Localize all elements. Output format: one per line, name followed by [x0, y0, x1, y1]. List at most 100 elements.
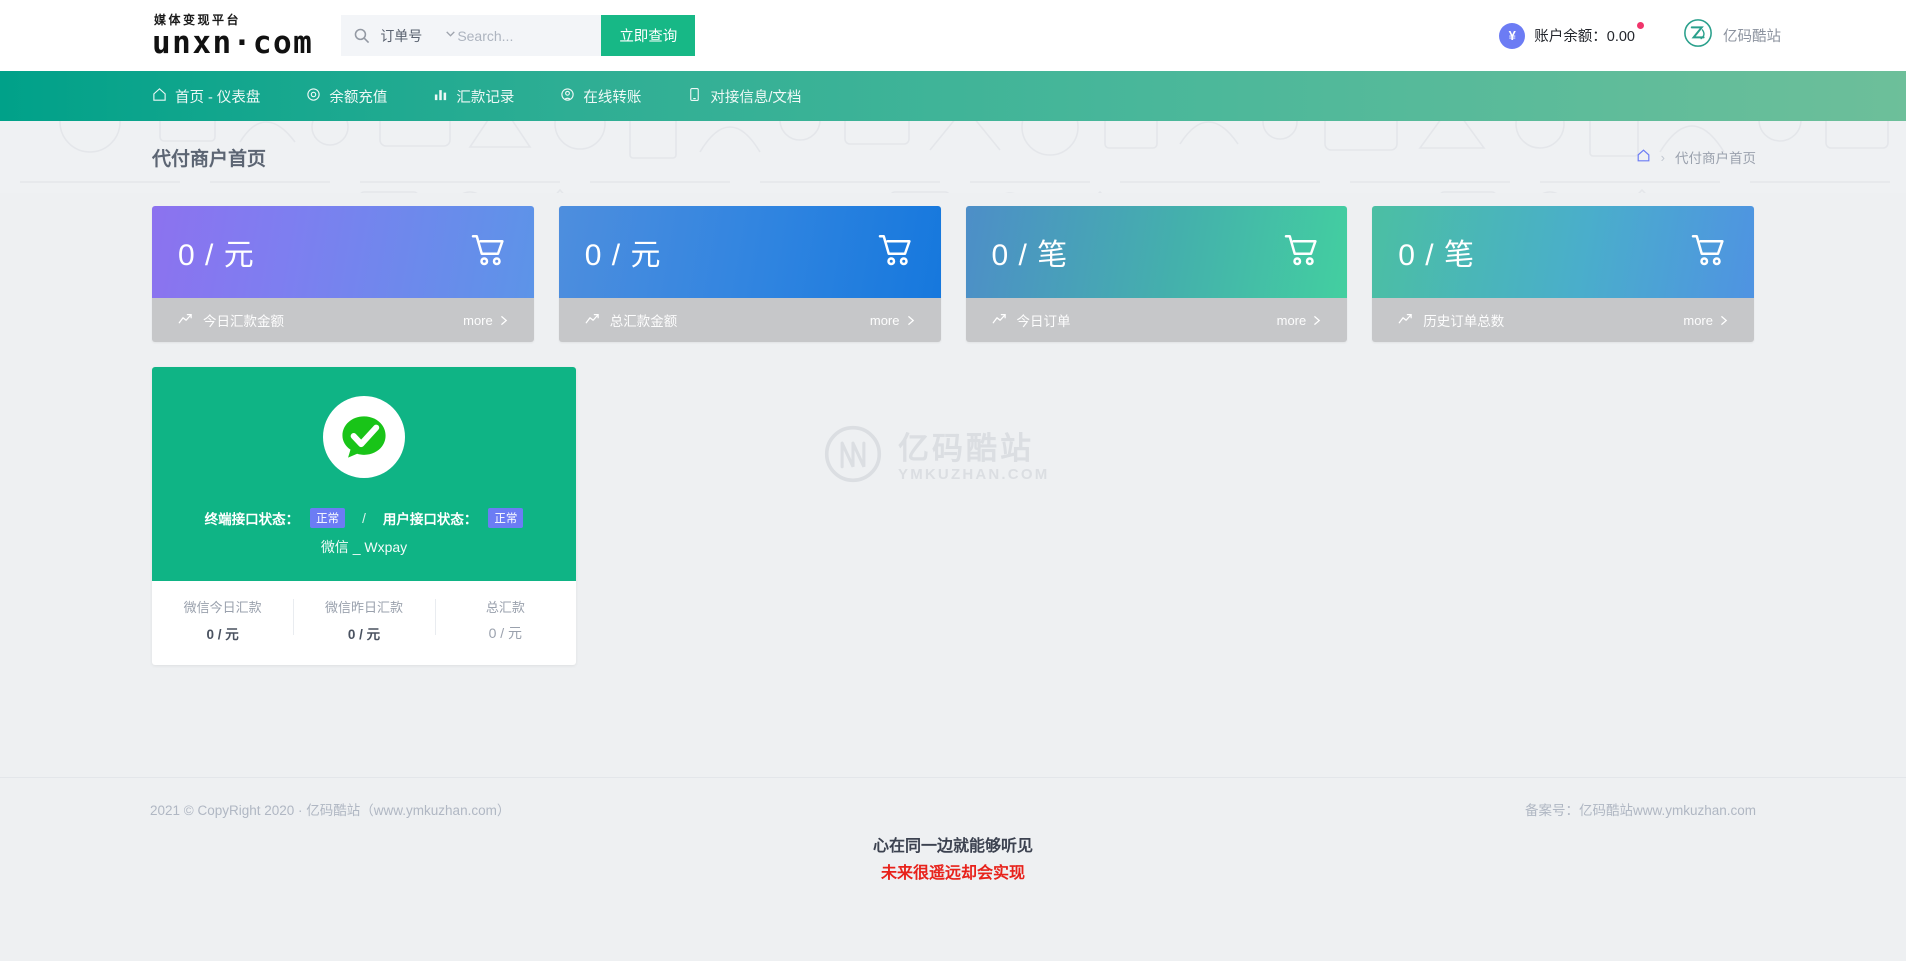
header-right-group: ¥ 账户余额：0.00 亿码酷站 [1499, 18, 1781, 53]
watermark-logo-icon [824, 425, 882, 488]
trend-up-icon [585, 313, 600, 328]
bar-chart-icon [433, 87, 456, 106]
wechat-icon [323, 396, 405, 478]
watermark-en: YMKUZHAN.COM [898, 466, 1049, 483]
cart-icon [875, 230, 915, 275]
search-input[interactable] [457, 15, 590, 56]
main-navigation: 首页 - 仪表盘 余额充值 汇款记录 在线转账 [0, 71, 1906, 121]
logo-wordmark: unxn·com [152, 27, 313, 59]
watermark-cn: 亿码酷站 [898, 431, 1049, 466]
stat-card-row: 0 / 元 今日汇款金额 [152, 206, 1754, 342]
stat-card-today-remit-amount[interactable]: 0 / 元 今日汇款金额 [152, 206, 534, 342]
footer-icp: 备案号：亿码酷站www.ymkuzhan.com [1525, 799, 1756, 819]
stat-card-more-link[interactable]: more [1277, 313, 1322, 328]
search-submit-button[interactable]: 立即查询 [601, 15, 695, 56]
page-title: 代付商户首页 [152, 144, 266, 171]
stat-card-top: 0 / 笔 [1372, 206, 1754, 298]
stat-card-more-link[interactable]: more [1683, 313, 1728, 328]
bottom-slogan-line2: 未来很遥远却会实现 [0, 860, 1906, 887]
channel-stat-label: 微信今日汇款 [152, 597, 293, 616]
payment-channel-card-wxpay[interactable]: 终端接口状态： 正常 / 用户接口状态： 正常 微信 _ Wxpay 微信今日汇… [152, 367, 576, 665]
user-status-badge: 正常 [488, 508, 523, 528]
notification-dot-icon [1637, 22, 1644, 29]
stat-card-bottom: 总汇款金额 more [559, 298, 941, 342]
search-type-select[interactable]: 订单号 [380, 26, 422, 46]
stat-card-label-group: 今日汇款金额 [178, 310, 284, 330]
stat-card-top: 0 / 元 [559, 206, 941, 298]
nav-item-docs[interactable]: 对接信息/文档 [687, 86, 801, 107]
watermark: 亿码酷站 YMKUZHAN.COM [824, 425, 1049, 488]
cart-icon [1688, 230, 1728, 275]
stat-card-label-group: 今日订单 [992, 310, 1071, 330]
page-footer: 2021 © CopyRight 2020 · 亿码酷站（www.ymkuzha… [0, 777, 1906, 839]
channel-stat-total: 总汇款 0 / 元 [435, 597, 576, 643]
top-header: 媒体变现平台 unxn·com 订单号 立即查询 [0, 0, 1906, 71]
stat-card-value: 0 / 笔 [1398, 230, 1475, 274]
brand-logo-icon [1683, 18, 1713, 53]
terminal-status-label: 终端接口状态： [205, 508, 300, 528]
channel-name: 微信 _ Wxpay [321, 537, 407, 557]
stat-card-label: 历史订单总数 [1423, 310, 1504, 330]
stat-card-label-group: 总汇款金额 [585, 310, 678, 330]
bottom-slogan-line1: 心在同一边就能够听见 [0, 833, 1906, 860]
nav-item-online-transfer[interactable]: 在线转账 [560, 86, 641, 107]
search-bar: 订单号 立即查询 [341, 15, 695, 56]
more-label: more [463, 313, 493, 328]
account-balance-label: 账户余额： [1534, 29, 1607, 45]
account-balance[interactable]: 账户余额：0.00 [1534, 25, 1635, 46]
more-label: more [1277, 313, 1307, 328]
coin-icon [560, 87, 583, 106]
main-content: 0 / 元 今日汇款金额 [0, 206, 1906, 665]
stat-card-label-group: 历史订单总数 [1398, 310, 1504, 330]
channel-status-line: 终端接口状态： 正常 / 用户接口状态： 正常 [205, 508, 524, 528]
stat-card-total-orders[interactable]: 0 / 笔 历史订单总数 [1372, 206, 1754, 342]
breadcrumb-home-icon[interactable] [1636, 148, 1651, 166]
channel-stat-value: 0 / 元 [293, 623, 434, 643]
page-root: 媒体变现平台 unxn·com 订单号 立即查询 [0, 0, 1906, 961]
channel-stat-yesterday: 微信昨日汇款 0 / 元 [293, 597, 434, 643]
chevron-down-icon[interactable] [444, 27, 457, 45]
stat-card-top: 0 / 笔 [966, 206, 1348, 298]
stat-card-value: 0 / 元 [585, 230, 662, 274]
nav-label: 在线转账 [583, 86, 641, 107]
stat-card-top: 0 / 元 [152, 206, 534, 298]
stat-card-more-link[interactable]: more [463, 313, 508, 328]
nav-label: 余额充值 [329, 86, 387, 107]
stat-card-today-orders[interactable]: 0 / 笔 今日订单 [966, 206, 1348, 342]
breadcrumb-separator: › [1661, 150, 1665, 165]
channel-card-header: 终端接口状态： 正常 / 用户接口状态： 正常 微信 _ Wxpay [152, 367, 576, 581]
channel-stats-row: 微信今日汇款 0 / 元 微信昨日汇款 0 / 元 总汇款 0 / 元 [152, 581, 576, 665]
trend-up-icon [992, 313, 1007, 328]
stat-card-bottom: 今日汇款金额 more [152, 298, 534, 342]
status-separator: / [362, 511, 366, 526]
target-icon [306, 87, 329, 106]
home-icon [152, 87, 175, 106]
channel-stat-value: 0 / 元 [435, 623, 576, 643]
site-logo[interactable]: 媒体变现平台 unxn·com [152, 13, 313, 59]
footer-copyright: 2021 © CopyRight 2020 · 亿码酷站（www.ymkuzha… [150, 799, 510, 819]
document-icon [687, 87, 710, 106]
nav-item-recharge[interactable]: 余额充值 [306, 86, 387, 107]
stat-card-value: 0 / 笔 [992, 230, 1069, 274]
background-doodle-pattern [0, 121, 1906, 193]
stat-card-more-link[interactable]: more [870, 313, 915, 328]
account-balance-value: 0.00 [1607, 29, 1635, 45]
nav-item-dashboard[interactable]: 首页 - 仪表盘 [152, 86, 260, 107]
stat-card-bottom: 历史订单总数 more [1372, 298, 1754, 342]
cart-icon [1281, 230, 1321, 275]
breadcrumb-current: 代付商户首页 [1675, 147, 1756, 167]
nav-item-remit-records[interactable]: 汇款记录 [433, 86, 514, 107]
channel-stat-label: 总汇款 [435, 597, 576, 616]
user-status-label: 用户接口状态： [383, 508, 478, 528]
brand-block[interactable]: 亿码酷站 [1683, 18, 1781, 53]
search-field-group: 订单号 [341, 15, 601, 56]
channel-stat-value: 0 / 元 [152, 623, 293, 643]
channel-stat-today: 微信今日汇款 0 / 元 [152, 597, 293, 643]
stat-card-total-remit-amount[interactable]: 0 / 元 总汇款金额 [559, 206, 941, 342]
more-label: more [1683, 313, 1713, 328]
channel-row: 终端接口状态： 正常 / 用户接口状态： 正常 微信 _ Wxpay 微信今日汇… [152, 367, 1754, 665]
brand-name-label: 亿码酷站 [1723, 25, 1781, 46]
terminal-status-badge: 正常 [310, 508, 345, 528]
stat-card-label: 今日订单 [1017, 310, 1071, 330]
trend-up-icon [178, 313, 193, 328]
